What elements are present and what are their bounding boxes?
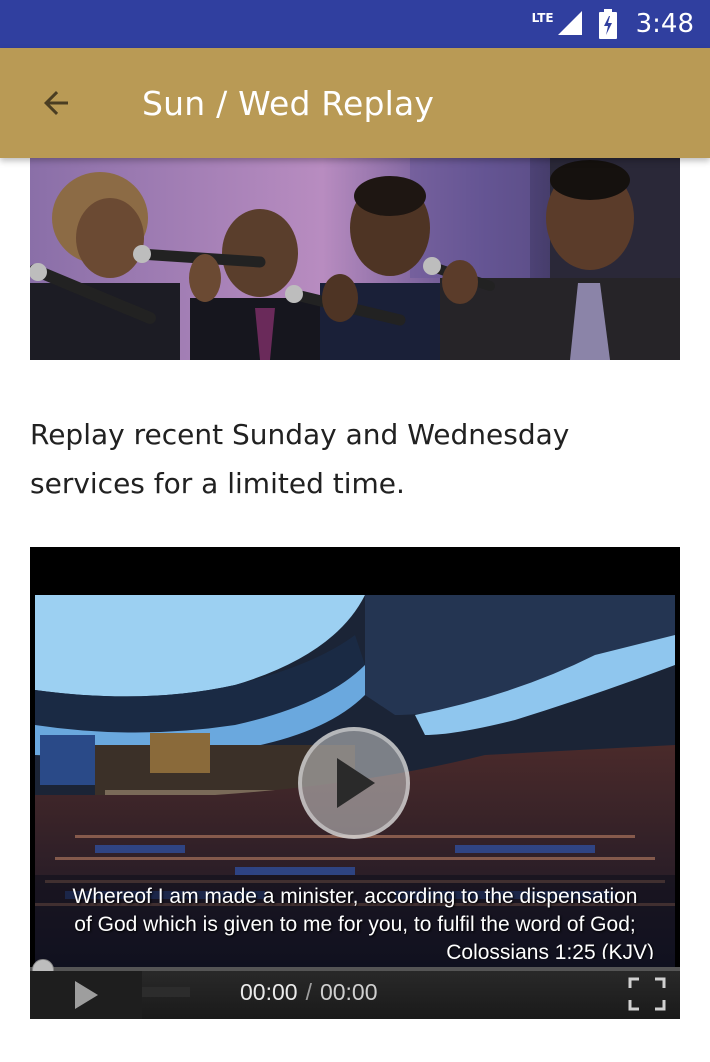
subtitle-line-1: Whereof I am made a minister, according … <box>72 885 638 908</box>
play-icon <box>75 981 98 1009</box>
fullscreen-icon[interactable] <box>628 977 666 1011</box>
time-separator: / <box>305 979 312 1005</box>
video-controls: 00:00 / 00:00 <box>30 959 680 1019</box>
current-time: 00:00 <box>240 979 298 1005</box>
play-overlay-button[interactable] <box>298 727 410 839</box>
play-button[interactable] <box>30 971 142 1019</box>
banner-image <box>30 158 680 360</box>
play-icon <box>337 758 375 808</box>
back-button[interactable] <box>26 73 86 133</box>
description-text: Replay recent Sunday and Wednesday servi… <box>30 418 570 500</box>
clock: 3:48 <box>635 9 694 39</box>
app-bar: Sun / Wed Replay <box>0 48 710 158</box>
time-display: 00:00 / 00:00 <box>240 979 378 1006</box>
network-type: LTE <box>531 11 554 25</box>
choir-illustration <box>30 158 680 360</box>
video-player[interactable]: Whereof I am made a minister, according … <box>30 547 680 1019</box>
battery-icon <box>598 9 617 39</box>
network-indicator: LTE <box>532 9 584 39</box>
subtitle-reference: Colossians 1:25 (KJV) <box>446 941 654 959</box>
duration: 00:00 <box>319 979 378 1005</box>
page-title: Sun / Wed Replay <box>142 83 435 123</box>
subtitle-line-2: of God which is given to me for you, to … <box>74 913 636 936</box>
status-bar: LTE 3:48 <box>0 0 710 48</box>
signal-icon <box>557 11 582 35</box>
arrow-back-icon <box>44 91 68 115</box>
volume-bar[interactable] <box>142 987 190 997</box>
